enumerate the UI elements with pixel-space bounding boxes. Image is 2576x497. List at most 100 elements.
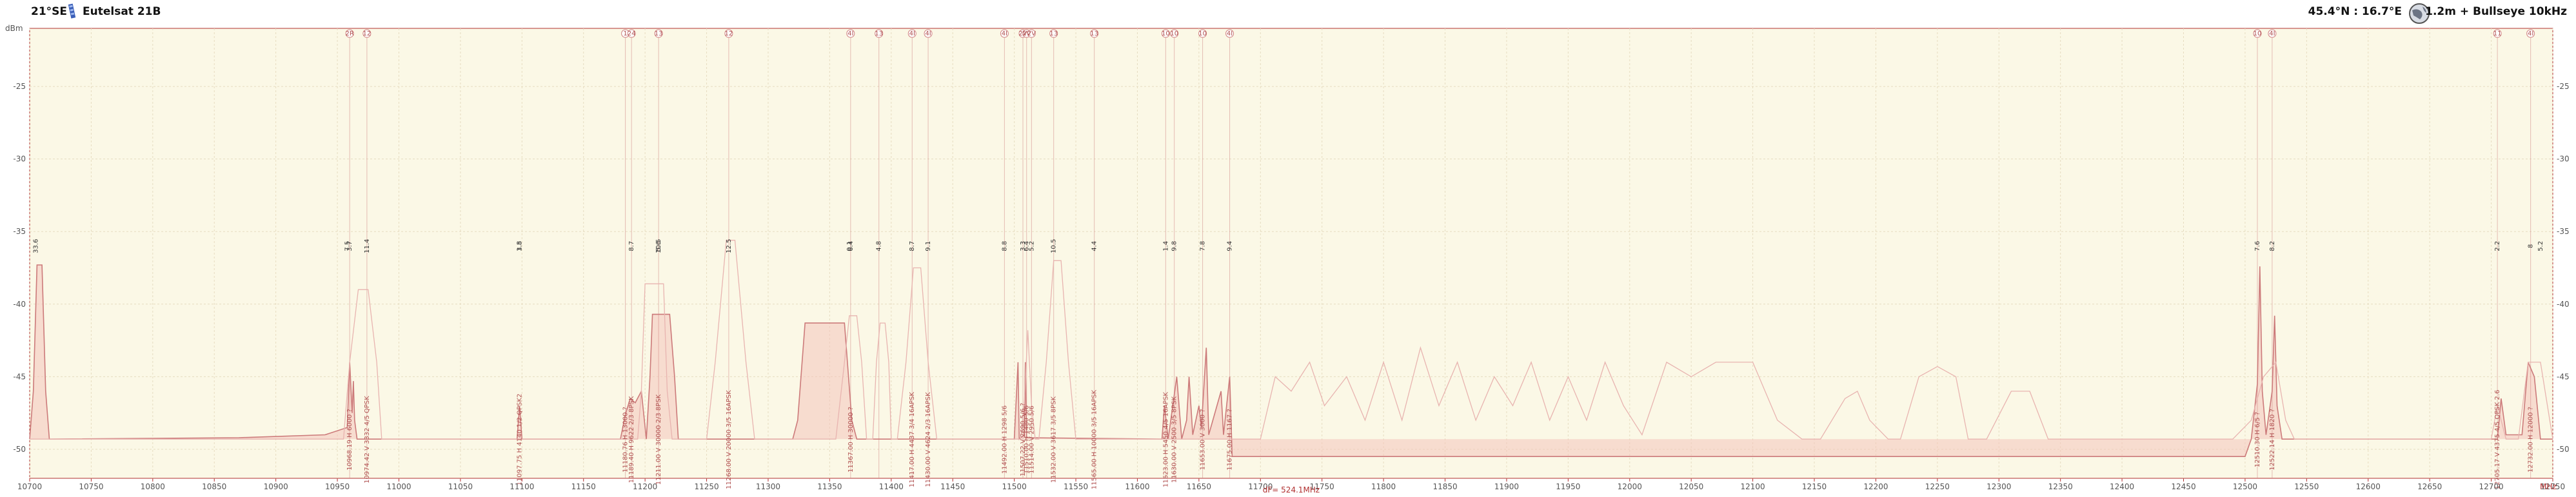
transponder-number: 4I xyxy=(1002,30,1007,37)
transponder-level: 0.1 xyxy=(846,241,853,251)
x-tick-label: 11000 xyxy=(386,482,411,491)
x-tick-label: 10900 xyxy=(264,482,288,491)
transponder-number: 4I xyxy=(2528,30,2533,37)
x-tick-label: 11400 xyxy=(879,482,904,491)
y-tick-label-right: -25 xyxy=(2557,82,2570,91)
x-tick-label: 12200 xyxy=(1863,482,1888,491)
x-tick-label: 11200 xyxy=(633,482,657,491)
transponder-info: 10974.42 V 3332 4/5 QPSK xyxy=(364,396,371,483)
x-tick-label: 11650 xyxy=(1187,482,1211,491)
transponder-info: 11565.00 H 10000 3/5 16APSK xyxy=(1091,389,1098,489)
y-tick-label: -50 xyxy=(13,445,26,454)
transponder-level: 5.6 xyxy=(655,241,662,251)
transponder-level: 8.7 xyxy=(909,241,916,251)
x-tick-label: 11150 xyxy=(571,482,596,491)
transponder-number: 4I xyxy=(1227,30,1233,37)
x-tick-label: 11450 xyxy=(940,482,965,491)
transponder-level: 9.1 xyxy=(925,241,932,251)
y-tick-label-right: -50 xyxy=(2557,445,2570,454)
x-tick-label: 12600 xyxy=(2356,482,2381,491)
transponder-info: 11514.00 V 2950 5/6 xyxy=(1028,405,1035,474)
transponder-level: 9.4 xyxy=(1227,241,1234,251)
transponder-number: 13 xyxy=(655,30,663,37)
transponder-info: 11532.00 V 3617 3/5 8PSK xyxy=(1051,396,1058,483)
x-tick-label: 12550 xyxy=(2294,482,2319,491)
transponder-number: 10 xyxy=(1162,30,1170,37)
transponder-number: 10 xyxy=(2254,30,2262,37)
y-tick-label: -40 xyxy=(13,300,26,309)
transponder-info: 11630.00 V 2500 3/5 8PSK xyxy=(1171,396,1178,483)
transponder-number: 24 xyxy=(628,30,636,37)
x-tick-label: 11550 xyxy=(1064,482,1088,491)
transponder-number: 4I xyxy=(909,30,915,37)
transponder-info: 11189.40 H 9622 2/3 8PSK xyxy=(628,396,635,483)
transponder-number: 2V xyxy=(1027,30,1036,37)
transponder-number: 4I xyxy=(925,30,931,37)
transponder-info: 12732.00 H 12000 ? xyxy=(2528,407,2535,473)
x-tick-label: 11850 xyxy=(1432,482,1457,491)
transponder-level: 8 xyxy=(2528,244,2535,248)
x-tick-label: 12700 xyxy=(2479,482,2503,491)
transponder-level: 33.6 xyxy=(33,239,40,253)
transponder-info: 11417.00 H 4437 3/4 16APSK xyxy=(909,392,916,487)
x-tick-label: 12300 xyxy=(1986,482,2011,491)
transponder-info: 11097.75 H 4140 1/2 QPSK2 xyxy=(517,394,524,486)
x-tick-label: 12150 xyxy=(1802,482,1827,491)
transponder-info: 11367.00 H 30000 ? xyxy=(847,407,855,473)
transponder-info: 11268.00 V 20000 3/5 16APSK xyxy=(726,390,733,489)
y-tick-label: -25 xyxy=(13,82,26,91)
transponder-level: 4.4 xyxy=(1091,241,1098,251)
transponder-level: 3.7 xyxy=(346,241,353,251)
x-tick-label: 12000 xyxy=(1618,482,1642,491)
transponder-level: 2.2 xyxy=(2494,241,2501,251)
x-tick-label: 11600 xyxy=(1125,482,1149,491)
transponder-info: 12522.14 H 1820 ? xyxy=(2269,409,2276,471)
transponder-number: 4I xyxy=(847,30,853,37)
transponder-level: 10.5 xyxy=(1051,239,1058,253)
transponder-info: 11623.00 H 5450 4/5 16APSK xyxy=(1162,392,1169,487)
transponder-info: 11430.00 V 4624 2/3 16APSK xyxy=(925,392,932,487)
transponder-number: 12 xyxy=(363,30,372,37)
transponder-info: 10968.19 H 6000 ? xyxy=(346,409,353,471)
transponder-level: 8.8 xyxy=(1001,241,1008,251)
transponder-level: 7.6 xyxy=(2254,241,2261,251)
df-label: dF= 524.1MHz xyxy=(1263,485,1320,494)
y-tick-label-right: -40 xyxy=(2557,300,2570,309)
y-tick-label: -45 xyxy=(13,372,26,381)
x-tick-label: 11050 xyxy=(448,482,473,491)
x-tick-label: 12100 xyxy=(1741,482,1765,491)
x-tick-label: 11100 xyxy=(510,482,534,491)
transponder-level: 11.4 xyxy=(364,239,371,253)
y-tick-label-right: -35 xyxy=(2557,227,2570,236)
transponder-number: 10 xyxy=(1170,30,1178,37)
x-tick-label: 10750 xyxy=(79,482,103,491)
x-tick-label: 12450 xyxy=(2171,482,2195,491)
transponder-level: 1.8 xyxy=(517,241,524,251)
transponder-info: 12705.17 V 4375 4/5 QPSK 2.6 xyxy=(2494,390,2501,490)
x-tick-label: 11250 xyxy=(694,482,718,491)
transponder-number: 11 xyxy=(2493,30,2502,37)
transponder-level: 12.5 xyxy=(726,239,733,253)
x-tick-label: 12350 xyxy=(2048,482,2073,491)
y-tick-label: -30 xyxy=(13,155,26,164)
transponder-level: 8.2 xyxy=(2269,241,2276,251)
transponder-info: 11653.00 V 3000 ? xyxy=(1200,409,1207,471)
x-tick-label: 11350 xyxy=(817,482,842,491)
x-tick-label: 12650 xyxy=(2417,482,2442,491)
transponder-level: 8.7 xyxy=(628,241,635,251)
x-tick-label: 10950 xyxy=(325,482,350,491)
transponder-level: 4.8 xyxy=(876,241,883,251)
transponder-number: 4I xyxy=(2269,30,2275,37)
y-tick-label-right: -30 xyxy=(2557,155,2570,164)
transponder-number: 13 xyxy=(1049,30,1058,37)
transponder-info: 11675.00 H 1167 ? xyxy=(1227,409,1234,471)
x-tick-label: 11800 xyxy=(1371,482,1396,491)
y-tick-label-right: -45 xyxy=(2557,372,2570,381)
transponder-info: 11492.00 H 1298 5/6 xyxy=(1001,405,1008,474)
transponder-number: 13 xyxy=(875,30,883,37)
y-tick-label: -35 xyxy=(13,227,26,236)
transponder-level: 9.8 xyxy=(1171,241,1178,251)
transponder-info: 12510.30 H 6/5 ? xyxy=(2254,412,2261,467)
x-tick-label: 11950 xyxy=(1556,482,1580,491)
x-tick-label: 11300 xyxy=(756,482,780,491)
